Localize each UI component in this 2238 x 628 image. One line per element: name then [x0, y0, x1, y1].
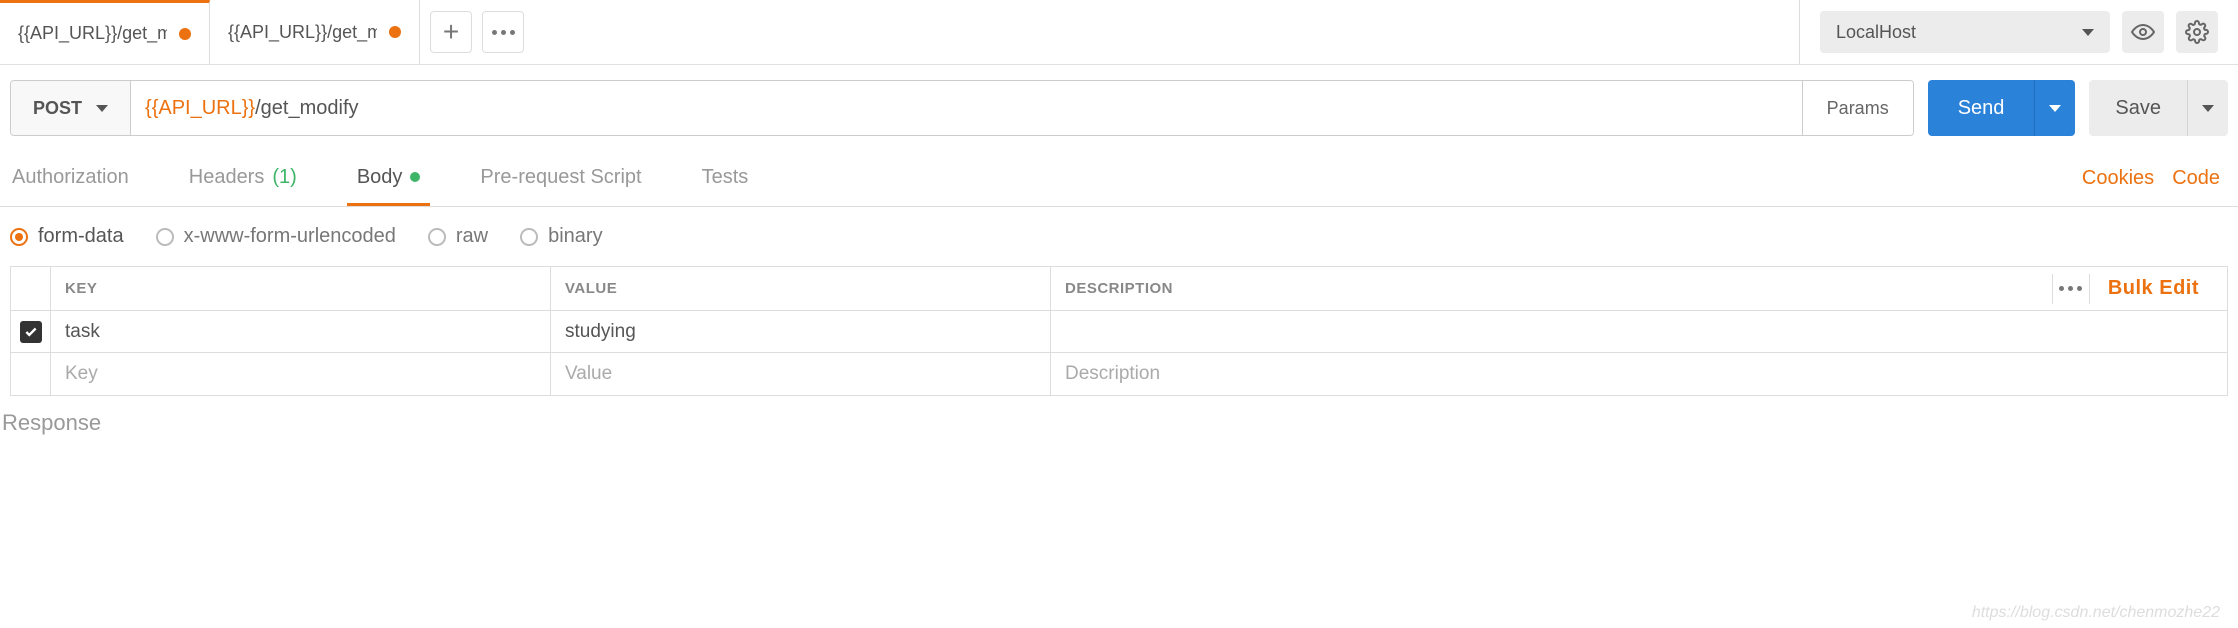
body-type-row: form-data x-www-form-urlencoded raw bina… — [0, 207, 2238, 266]
tab-pre-request-script[interactable]: Pre-request Script — [470, 152, 651, 206]
url-input[interactable]: {{API_URL}}/get_modify — [131, 81, 1802, 135]
chevron-down-icon — [2082, 29, 2094, 36]
body-active-indicator-icon — [410, 172, 420, 182]
request-builder-row: POST {{API_URL}}/get_modify Params Send … — [0, 65, 2238, 151]
description-cell[interactable] — [1051, 311, 2227, 352]
key-column-header: KEY — [51, 267, 551, 310]
row-checkbox-cell — [11, 311, 51, 352]
table-options-button[interactable] — [2052, 274, 2090, 304]
tab-headers[interactable]: Headers (1) — [179, 152, 307, 206]
radio-icon — [156, 228, 174, 246]
environment-selector[interactable]: LocalHost — [1820, 11, 2110, 53]
url-variable: {{API_URL}} — [145, 97, 255, 120]
chevron-down-icon — [2202, 105, 2214, 112]
form-data-table: KEY VALUE DESCRIPTION Bulk Edit task stu… — [10, 266, 2228, 396]
more-icon — [2059, 286, 2082, 291]
cookies-link[interactable]: Cookies — [2082, 167, 2154, 190]
tab-label: Pre-request Script — [480, 166, 641, 189]
radio-label: form-data — [38, 225, 124, 248]
save-button-group: Save — [2089, 80, 2228, 136]
radio-label: binary — [548, 225, 602, 248]
key-placeholder-cell[interactable]: Key — [51, 353, 551, 395]
top-bar: {{API_URL}}/get_modif {{API_URL}}/get_mo… — [0, 0, 2238, 65]
response-section-label: Response — [0, 396, 2238, 450]
radio-urlencoded[interactable]: x-www-form-urlencoded — [156, 225, 396, 248]
radio-icon — [10, 228, 28, 246]
tab-label: Body — [357, 166, 403, 189]
radio-binary[interactable]: binary — [520, 225, 602, 248]
description-header-label: DESCRIPTION — [1065, 280, 1173, 297]
save-button[interactable]: Save — [2089, 80, 2187, 136]
send-button[interactable]: Send — [1928, 80, 2035, 136]
radio-icon — [428, 228, 446, 246]
check-icon — [24, 325, 38, 339]
request-tabs-area: {{API_URL}}/get_modif {{API_URL}}/get_mo… — [0, 0, 1800, 64]
description-placeholder-cell[interactable]: Description — [1051, 353, 2227, 395]
headers-count: (1) — [272, 166, 296, 189]
tab-authorization[interactable]: Authorization — [2, 152, 139, 206]
chevron-down-icon — [96, 105, 108, 112]
description-column-header: DESCRIPTION Bulk Edit — [1051, 267, 2227, 310]
table-empty-row: Key Value Description — [11, 353, 2227, 395]
plus-icon: + — [443, 16, 459, 48]
tab-body[interactable]: Body — [347, 152, 431, 206]
tab-label: Headers — [189, 166, 265, 189]
request-tab-label: {{API_URL}}/get_modif — [18, 23, 167, 44]
send-button-group: Send — [1928, 80, 2076, 136]
table-header-actions: Bulk Edit — [2052, 274, 2213, 304]
table-row: task studying — [11, 311, 2227, 353]
environment-label: LocalHost — [1836, 22, 1916, 43]
radio-label: x-www-form-urlencoded — [184, 225, 396, 248]
unsaved-indicator-icon — [389, 26, 401, 38]
new-tab-button[interactable]: + — [430, 11, 472, 53]
radio-raw[interactable]: raw — [428, 225, 488, 248]
settings-button[interactable] — [2176, 11, 2218, 53]
gear-icon — [2185, 20, 2209, 44]
value-cell[interactable]: studying — [551, 311, 1051, 352]
value-placeholder-cell[interactable]: Value — [551, 353, 1051, 395]
top-right-controls: LocalHost — [1800, 11, 2238, 53]
bulk-edit-link[interactable]: Bulk Edit — [2108, 277, 2199, 300]
value-column-header: VALUE — [551, 267, 1051, 310]
save-label: Save — [2115, 97, 2161, 120]
save-dropdown-button[interactable] — [2187, 80, 2228, 136]
http-method-selector[interactable]: POST — [11, 81, 131, 135]
tab-label: Authorization — [12, 166, 129, 189]
send-dropdown-button[interactable] — [2034, 80, 2075, 136]
method-label: POST — [33, 98, 82, 119]
more-icon — [492, 30, 515, 35]
url-box: POST {{API_URL}}/get_modify Params — [10, 80, 1914, 136]
key-cell[interactable]: task — [51, 311, 551, 352]
request-section-tabs: Authorization Headers (1) Body Pre-reque… — [0, 151, 2238, 207]
send-label: Send — [1958, 97, 2005, 120]
tab-tests[interactable]: Tests — [692, 152, 759, 206]
request-section-tabs-right: Cookies Code — [2082, 167, 2238, 190]
request-tab-label: {{API_URL}}/get_modif — [228, 22, 377, 43]
radio-label: raw — [456, 225, 488, 248]
checkbox-column-header — [11, 267, 51, 310]
row-checkbox[interactable] — [20, 321, 42, 343]
request-section-tabs-left: Authorization Headers (1) Body Pre-reque… — [0, 152, 758, 206]
params-button[interactable]: Params — [1802, 81, 1913, 135]
radio-form-data[interactable]: form-data — [10, 225, 124, 248]
environment-quicklook-button[interactable] — [2122, 11, 2164, 53]
unsaved-indicator-icon — [179, 28, 191, 40]
url-path: /get_modify — [255, 97, 358, 120]
watermark-text: https://blog.csdn.net/chenmozhe22 — [1972, 604, 2220, 622]
row-checkbox-cell — [11, 353, 51, 395]
code-link[interactable]: Code — [2172, 167, 2220, 190]
params-label: Params — [1827, 98, 1889, 119]
table-header-row: KEY VALUE DESCRIPTION Bulk Edit — [11, 267, 2227, 311]
radio-icon — [520, 228, 538, 246]
chevron-down-icon — [2049, 105, 2061, 112]
request-tab-2[interactable]: {{API_URL}}/get_modif — [210, 0, 420, 64]
tab-options-button[interactable] — [482, 11, 524, 53]
request-tab-1[interactable]: {{API_URL}}/get_modif — [0, 0, 210, 64]
eye-icon — [2131, 20, 2155, 44]
tab-label: Tests — [702, 166, 749, 189]
